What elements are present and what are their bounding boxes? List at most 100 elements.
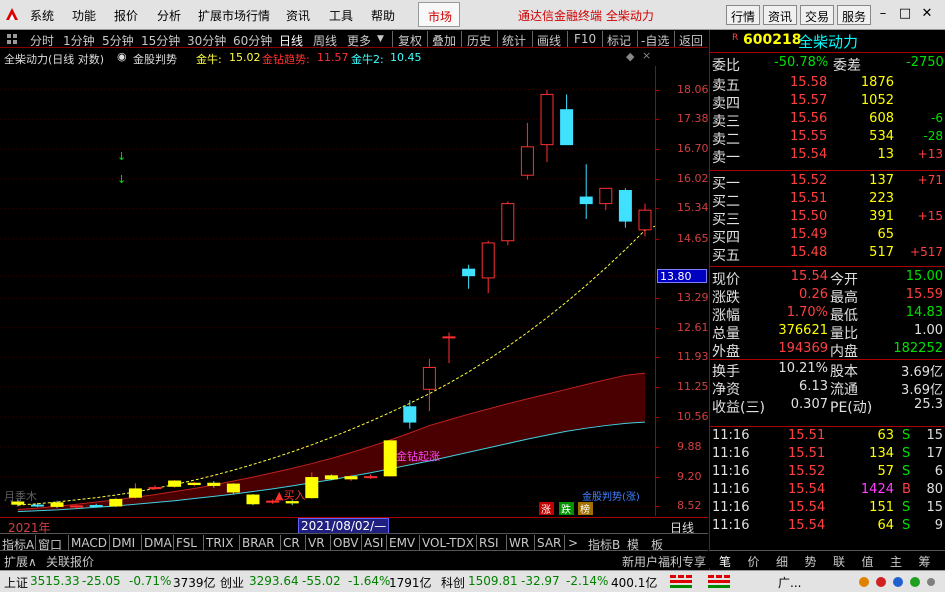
ask-row[interactable]: 卖二 15.55 534 -28 xyxy=(710,129,945,148)
period-fenshi[interactable]: 分时 xyxy=(30,32,54,49)
candle[interactable] xyxy=(599,187,613,211)
expand-button[interactable]: 扩展∧ xyxy=(4,553,37,570)
tab-16[interactable]: SAR xyxy=(537,536,561,550)
period-30min[interactable]: 30分钟 xyxy=(187,32,226,49)
candle[interactable] xyxy=(168,480,182,488)
maximize-icon[interactable]: □ xyxy=(894,6,916,21)
tool-draw[interactable]: 画线 xyxy=(537,32,561,49)
menu-function[interactable]: 功能 xyxy=(72,7,96,24)
candle[interactable] xyxy=(246,494,260,506)
tool-history[interactable]: 历史 xyxy=(467,32,491,49)
kline-chart[interactable]: 金钻起涨 ▲买入 月季木 涨 跌 榜 金股判势(涨) xyxy=(0,66,655,516)
menu-quote[interactable]: 报价 xyxy=(114,7,138,24)
tab-2[interactable]: MACD xyxy=(71,536,107,550)
candle[interactable] xyxy=(383,439,397,477)
candle[interactable] xyxy=(501,201,515,246)
promo-link[interactable]: 新用户福利专享 xyxy=(622,553,706,570)
tab-3[interactable]: DMI xyxy=(112,536,135,550)
tab-5[interactable]: FSL xyxy=(176,536,197,550)
tool-fuquan[interactable]: 复权 xyxy=(398,32,422,49)
candle[interactable] xyxy=(442,332,456,364)
ask-row[interactable]: 卖四 15.57 1052 xyxy=(710,93,945,112)
news-button[interactable]: 资讯 xyxy=(763,5,798,25)
panel-tab-5[interactable]: 值 xyxy=(862,553,874,570)
candle[interactable] xyxy=(520,122,534,180)
candle[interactable] xyxy=(579,164,593,219)
close-chart-icon[interactable]: × xyxy=(642,49,651,62)
quote-button[interactable]: 行情 xyxy=(726,5,761,25)
candle[interactable] xyxy=(481,240,495,294)
tab-7[interactable]: BRAR xyxy=(242,536,275,550)
dropdown-icon[interactable]: ◉ xyxy=(117,50,127,63)
menu-info[interactable]: 资讯 xyxy=(286,7,310,24)
bid-row[interactable]: 买二 15.51 223 xyxy=(710,191,945,210)
trade-button[interactable]: 交易 xyxy=(800,5,835,25)
tool-mark[interactable]: 标记 xyxy=(607,32,631,49)
menu-help[interactable]: 帮助 xyxy=(371,7,395,24)
tab-more-button[interactable]: > xyxy=(568,536,578,550)
tool-overlay[interactable]: 叠加 xyxy=(432,32,456,49)
chevron-down-icon[interactable]: ▼ xyxy=(377,34,384,44)
ask-row[interactable]: 卖三 15.56 608 -6 xyxy=(710,111,945,130)
bid-row[interactable]: 买一 15.52 137 +71 xyxy=(710,173,945,192)
panel-tab-6[interactable]: 主 xyxy=(890,553,902,570)
period-60min[interactable]: 60分钟 xyxy=(233,32,272,49)
candle[interactable] xyxy=(462,264,476,289)
tab-6[interactable]: TRIX xyxy=(206,536,233,550)
period-weekly[interactable]: 周线 xyxy=(313,32,337,49)
tab-15[interactable]: WR xyxy=(509,536,529,550)
bid-row[interactable]: 买五 15.48 517 +517 xyxy=(710,245,945,264)
tab-14[interactable]: RSI xyxy=(479,536,499,550)
ask-row[interactable]: 卖一 15.54 13 +13 xyxy=(710,147,945,166)
candle[interactable] xyxy=(148,485,162,490)
ask-row[interactable]: 卖五 15.58 1876 xyxy=(710,75,945,94)
candle[interactable] xyxy=(187,481,201,487)
period-5min[interactable]: 5分钟 xyxy=(102,32,134,49)
tab-8[interactable]: CR xyxy=(283,536,300,550)
candle[interactable] xyxy=(364,474,378,479)
menu-tools[interactable]: 工具 xyxy=(329,7,353,24)
candle[interactable] xyxy=(128,483,142,499)
menu-analysis[interactable]: 分析 xyxy=(157,7,181,24)
period-daily[interactable]: 日线 xyxy=(279,32,303,49)
candle[interactable] xyxy=(422,358,436,412)
candle[interactable] xyxy=(560,94,574,146)
panel-tab-7[interactable]: 筹 xyxy=(919,553,931,570)
bid-row[interactable]: 买三 15.50 391 +15 xyxy=(710,209,945,228)
tray-icons[interactable] xyxy=(856,575,936,589)
tool-back[interactable]: 返回 xyxy=(679,32,703,49)
candle[interactable] xyxy=(403,400,417,429)
bid-row[interactable]: 买四 15.49 65 xyxy=(710,227,945,246)
period-15min[interactable]: 15分钟 xyxy=(141,32,180,49)
tool-watchlist[interactable]: -自选 xyxy=(641,32,669,49)
tab-10[interactable]: OBV xyxy=(333,536,359,550)
panel-tab-4[interactable]: 联 xyxy=(833,553,845,570)
close-icon[interactable]: ✕ xyxy=(916,6,938,21)
related-quote-button[interactable]: 关联报价 xyxy=(46,553,94,570)
candle[interactable] xyxy=(324,474,338,481)
panel-tab-2[interactable]: 细 xyxy=(776,553,788,570)
tab-13[interactable]: VOL-TDX xyxy=(422,536,474,550)
tool-stats[interactable]: 统计 xyxy=(502,32,526,49)
stat-value: 0.307 xyxy=(790,397,828,412)
service-button[interactable]: 服务 xyxy=(837,5,872,25)
market-button[interactable]: 市场 xyxy=(418,2,460,27)
panel-tab-1[interactable]: 价 xyxy=(748,553,760,570)
indicator-name[interactable]: 金股判势 xyxy=(133,51,177,67)
tab-9[interactable]: VR xyxy=(308,536,325,550)
minimize-icon[interactable]: – xyxy=(872,6,894,21)
candle[interactable] xyxy=(540,90,554,163)
candle[interactable] xyxy=(618,188,632,228)
period-1min[interactable]: 1分钟 xyxy=(63,32,95,49)
tab-11[interactable]: ASI xyxy=(364,536,383,550)
period-more[interactable]: 更多 xyxy=(347,32,371,49)
tab-4[interactable]: DMA xyxy=(144,536,172,550)
candle[interactable] xyxy=(109,497,123,508)
menu-system[interactable]: 系统 xyxy=(30,7,54,24)
menu-ext-market[interactable]: 扩展市场行情 xyxy=(198,7,270,24)
panel-tab-0[interactable]: 笔 xyxy=(719,553,731,570)
panel-tab-3[interactable]: 势 xyxy=(805,553,817,570)
settings-dot-icon[interactable]: ◆ xyxy=(626,50,634,63)
tool-f10[interactable]: F10 xyxy=(574,32,596,46)
tab-12[interactable]: EMV xyxy=(389,536,415,550)
